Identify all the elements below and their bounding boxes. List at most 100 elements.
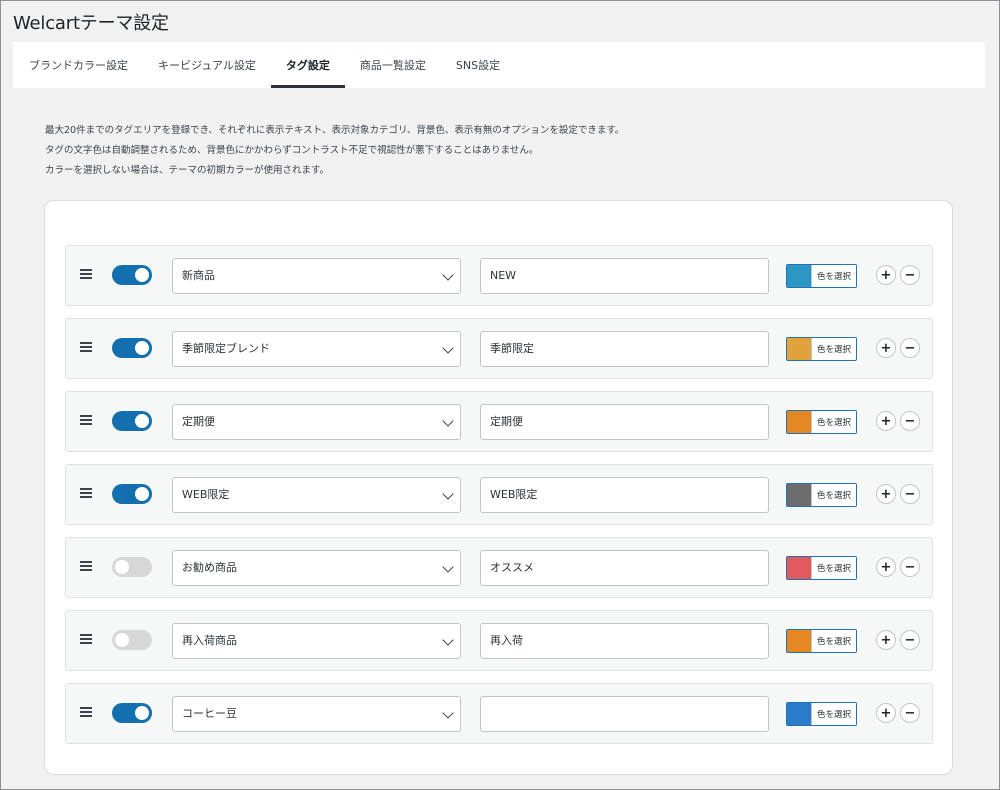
toggle-knob [115, 633, 129, 647]
description-line: カラーを選択しない場合は、テーマの初期カラーが使用されます。 [45, 165, 330, 176]
category-select[interactable]: 定期便 [172, 404, 461, 440]
drag-handle-icon[interactable] [80, 488, 92, 498]
visibility-toggle[interactable] [112, 411, 152, 431]
drag-handle-icon[interactable] [80, 269, 92, 279]
category-select[interactable]: 季節限定ブレンド [172, 331, 461, 367]
category-select[interactable]: 再入荷商品 [172, 623, 461, 659]
drag-handle-icon[interactable] [80, 561, 92, 571]
color-swatch [787, 411, 811, 433]
tag-row: お勧め商品 オススメ 色を選択 + − [65, 537, 933, 598]
color-picker-button[interactable]: 色を選択 [786, 483, 857, 507]
chevron-down-icon [442, 342, 454, 354]
color-picker-label: 色を選択 [811, 338, 856, 360]
toggle-knob [135, 341, 149, 355]
color-picker-button[interactable]: 色を選択 [786, 629, 857, 653]
chevron-down-icon [442, 269, 454, 281]
tag-text-input[interactable]: 定期便 [480, 404, 769, 440]
visibility-toggle[interactable] [112, 265, 152, 285]
toggle-knob [135, 268, 149, 282]
category-select-value: 定期便 [182, 415, 215, 428]
category-select[interactable]: お勧め商品 [172, 550, 461, 586]
tag-row: 季節限定ブレンド 季節限定 色を選択 + − [65, 318, 933, 379]
add-row-button[interactable]: + [876, 338, 896, 358]
remove-row-button[interactable]: − [900, 265, 920, 285]
color-swatch [787, 703, 811, 725]
tag-text-input[interactable] [480, 696, 769, 732]
drag-handle-icon[interactable] [80, 415, 92, 425]
tag-row: コーヒー豆 色を選択 + − [65, 683, 933, 744]
category-select-value: コーヒー豆 [182, 707, 237, 720]
tag-text-input[interactable]: 季節限定 [480, 331, 769, 367]
color-picker-button[interactable]: 色を選択 [786, 702, 857, 726]
add-row-button[interactable]: + [876, 630, 896, 650]
tag-text-input[interactable]: WEB限定 [480, 477, 769, 513]
remove-row-button[interactable]: − [900, 484, 920, 504]
tag-row: 再入荷商品 再入荷 色を選択 + − [65, 610, 933, 671]
settings-tabs: ブランドカラー設定 キービジュアル設定 タグ設定 商品一覧設定 SNS設定 [13, 42, 985, 88]
category-select[interactable]: 新商品 [172, 258, 461, 294]
color-picker-label: 色を選択 [811, 630, 856, 652]
category-select-value: お勧め商品 [182, 561, 237, 574]
tab-sns[interactable]: SNS設定 [441, 42, 515, 88]
color-picker-label: 色を選択 [811, 265, 856, 287]
tag-row: 定期便 定期便 色を選択 + − [65, 391, 933, 452]
tag-row: WEB限定 WEB限定 色を選択 + − [65, 464, 933, 525]
chevron-down-icon [442, 561, 454, 573]
tag-list-panel: 新商品 NEW 色を選択 + − 季節限定ブレンド 季節限定 色を選択 + − … [44, 200, 953, 775]
color-swatch [787, 557, 811, 579]
remove-row-button[interactable]: − [900, 338, 920, 358]
description-line: タグの文字色は自動調整されるため、背景色にかかわらずコントラスト不足で視認性が悪… [45, 145, 539, 156]
color-picker-label: 色を選択 [811, 557, 856, 579]
chevron-down-icon [442, 707, 454, 719]
tab-brand-color[interactable]: ブランドカラー設定 [14, 42, 143, 88]
category-select-value: WEB限定 [182, 488, 230, 501]
visibility-toggle[interactable] [112, 338, 152, 358]
category-select-value: 再入荷商品 [182, 634, 237, 647]
drag-handle-icon[interactable] [80, 634, 92, 644]
tab-key-visual[interactable]: キービジュアル設定 [143, 42, 271, 88]
color-picker-button[interactable]: 色を選択 [786, 556, 857, 580]
color-swatch [787, 484, 811, 506]
chevron-down-icon [442, 488, 454, 500]
page-title: Welcartテーマ設定 [13, 13, 169, 34]
color-picker-button[interactable]: 色を選択 [786, 337, 857, 361]
visibility-toggle[interactable] [112, 703, 152, 723]
add-row-button[interactable]: + [876, 703, 896, 723]
chevron-down-icon [442, 415, 454, 427]
category-select[interactable]: WEB限定 [172, 477, 461, 513]
add-row-button[interactable]: + [876, 411, 896, 431]
add-row-button[interactable]: + [876, 265, 896, 285]
color-picker-button[interactable]: 色を選択 [786, 264, 857, 288]
tag-text-input[interactable]: 再入荷 [480, 623, 769, 659]
drag-handle-icon[interactable] [80, 707, 92, 717]
add-row-button[interactable]: + [876, 557, 896, 577]
tag-row: 新商品 NEW 色を選択 + − [65, 245, 933, 306]
tab-product-list[interactable]: 商品一覧設定 [345, 42, 441, 88]
color-swatch [787, 630, 811, 652]
color-picker-label: 色を選択 [811, 484, 856, 506]
drag-handle-icon[interactable] [80, 342, 92, 352]
category-select[interactable]: コーヒー豆 [172, 696, 461, 732]
description-line: 最大20件までのタグエリアを登録でき、それぞれに表示テキスト、表示対象カテゴリ、… [45, 125, 625, 136]
visibility-toggle[interactable] [112, 630, 152, 650]
toggle-knob [135, 706, 149, 720]
color-swatch [787, 338, 811, 360]
toggle-knob [135, 414, 149, 428]
add-row-button[interactable]: + [876, 484, 896, 504]
remove-row-button[interactable]: − [900, 703, 920, 723]
remove-row-button[interactable]: − [900, 411, 920, 431]
remove-row-button[interactable]: − [900, 630, 920, 650]
tag-text-input[interactable]: オススメ [480, 550, 769, 586]
visibility-toggle[interactable] [112, 557, 152, 577]
remove-row-button[interactable]: − [900, 557, 920, 577]
tag-text-input[interactable]: NEW [480, 258, 769, 294]
color-picker-label: 色を選択 [811, 703, 856, 725]
description: 最大20件までのタグエリアを登録でき、それぞれに表示テキスト、表示対象カテゴリ、… [45, 121, 624, 181]
color-picker-button[interactable]: 色を選択 [786, 410, 857, 434]
color-picker-label: 色を選択 [811, 411, 856, 433]
tab-tag-settings[interactable]: タグ設定 [270, 42, 345, 88]
visibility-toggle[interactable] [112, 484, 152, 504]
category-select-value: 新商品 [182, 269, 215, 282]
toggle-knob [135, 487, 149, 501]
color-swatch [787, 265, 811, 287]
